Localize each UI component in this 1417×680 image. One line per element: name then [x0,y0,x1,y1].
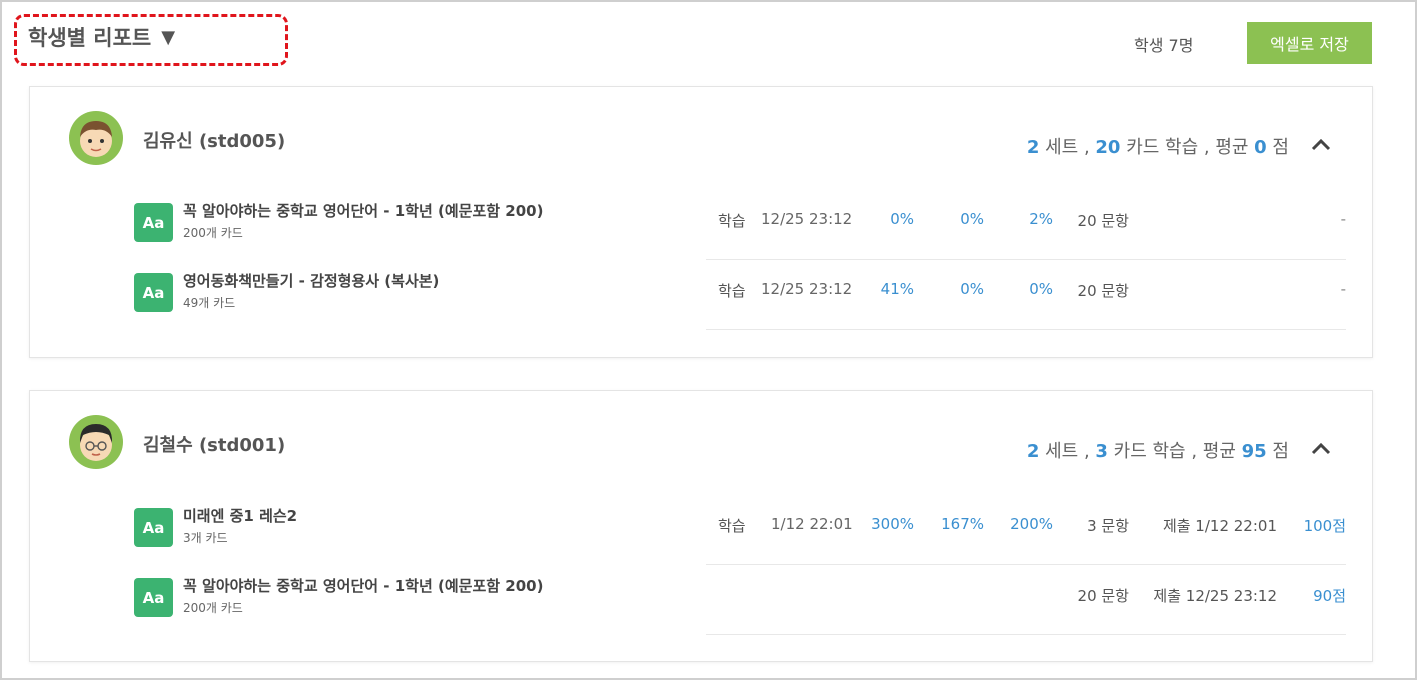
summary-cards: 3 [1095,441,1108,462]
avatar [69,111,123,165]
set-title: 영어동화책만들기 - 감정형용사 (복사본) [183,272,440,290]
set-time: 12/25 23:12 [761,280,853,298]
row-divider [706,634,1346,635]
set-card-count: 3개 카드 [183,531,228,545]
triangle-down-icon: ▼ [161,26,176,48]
student-summary: 2 세트 , 20 카드 학습 , 평균 0 점 [1027,133,1289,159]
set-score: - [1340,280,1346,298]
set-row[interactable]: Aa 영어동화책만들기 - 감정형용사 (복사본) 49개 카드 학습 12/2… [134,260,1346,330]
set-percent-1: 41% [880,280,914,298]
summary-sets: 2 [1026,441,1040,462]
summary-cards-label: 카드 학습 , 평균 [1120,137,1255,158]
set-card-count: 200개 카드 [183,226,243,240]
set-submitted: 제출 12/25 23:12 [1153,587,1277,605]
summary-sets-label: 세트 , [1039,441,1096,462]
set-percent-1: 300% [871,515,914,533]
set-badge-icon: Aa [134,203,173,242]
report-title-label: 학생별 리포트 [28,26,152,50]
summary-avg-label: 점 [1266,137,1289,158]
excel-save-button[interactable]: 엑셀로 저장 [1247,22,1372,64]
summary-sets: 2 [1026,137,1040,158]
set-row[interactable]: Aa 미래엔 중1 레슨2 3개 카드 학습 1/12 22:01 300% 1… [134,495,1346,565]
set-status: 학습 [718,517,746,535]
set-questions: 20 문항 [1077,282,1129,300]
set-percent-1: 0% [890,210,914,228]
set-percent-3: 200% [1010,515,1053,533]
set-title: 꼭 알아야하는 중학교 영어단어 - 1학년 (예문포함 200) [183,202,544,220]
set-questions: 20 문항 [1077,212,1129,230]
avatar [69,415,123,469]
set-score: - [1340,210,1346,228]
set-card-count: 49개 카드 [183,296,236,310]
set-submitted: 제출 1/12 22:01 [1162,517,1277,535]
summary-avg: 95 [1241,441,1267,462]
set-percent-3: 2% [1029,210,1053,228]
student-summary: 2 세트 , 3 카드 학습 , 평균 95 점 [1027,437,1289,463]
set-title: 꼭 알아야하는 중학교 영어단어 - 1학년 (예문포함 200) [183,577,544,595]
summary-cards: 20 [1095,137,1121,158]
set-badge-icon: Aa [134,508,173,547]
set-status: 학습 [718,212,746,230]
set-percent-2: 0% [960,210,984,228]
set-time: 12/25 23:12 [761,210,853,228]
set-score: 100점 [1303,517,1346,535]
student-card: 김유신 (std005) 2 세트 , 20 카드 학습 , 평균 0 점 Aa… [29,86,1373,358]
set-title: 미래엔 중1 레슨2 [183,507,298,525]
collapse-chevron-icon[interactable] [1308,131,1334,157]
set-time: 1/12 22:01 [771,515,853,533]
set-percent-2: 0% [960,280,984,298]
summary-cards-label: 카드 학습 , 평균 [1107,441,1242,462]
set-percent-2: 167% [941,515,984,533]
set-score: 90점 [1313,587,1346,605]
summary-avg: 0 [1254,137,1267,158]
collapse-chevron-icon[interactable] [1308,435,1334,461]
set-badge-icon: Aa [134,273,173,312]
summary-avg-label: 점 [1266,441,1289,462]
row-divider [706,329,1346,330]
set-row[interactable]: Aa 꼭 알아야하는 중학교 영어단어 - 1학년 (예문포함 200) 200… [134,190,1346,260]
set-status: 학습 [718,282,746,300]
set-row[interactable]: Aa 꼭 알아야하는 중학교 영어단어 - 1학년 (예문포함 200) 200… [134,565,1346,635]
set-percent-3: 0% [1029,280,1053,298]
student-name: 김철수 (std001) [143,435,286,456]
set-badge-icon: Aa [134,578,173,617]
student-name: 김유신 (std005) [143,131,286,152]
student-count: 학생 7명 [1134,36,1194,55]
report-header: 학생별 리포트 ▼ 학생 7명 엑셀로 저장 [0,0,1417,84]
summary-sets-label: 세트 , [1039,137,1096,158]
set-card-count: 200개 카드 [183,601,243,615]
student-card: 김철수 (std001) 2 세트 , 3 카드 학습 , 평균 95 점 Aa… [29,390,1373,662]
report-title-dropdown[interactable]: 학생별 리포트 ▼ [28,22,175,52]
